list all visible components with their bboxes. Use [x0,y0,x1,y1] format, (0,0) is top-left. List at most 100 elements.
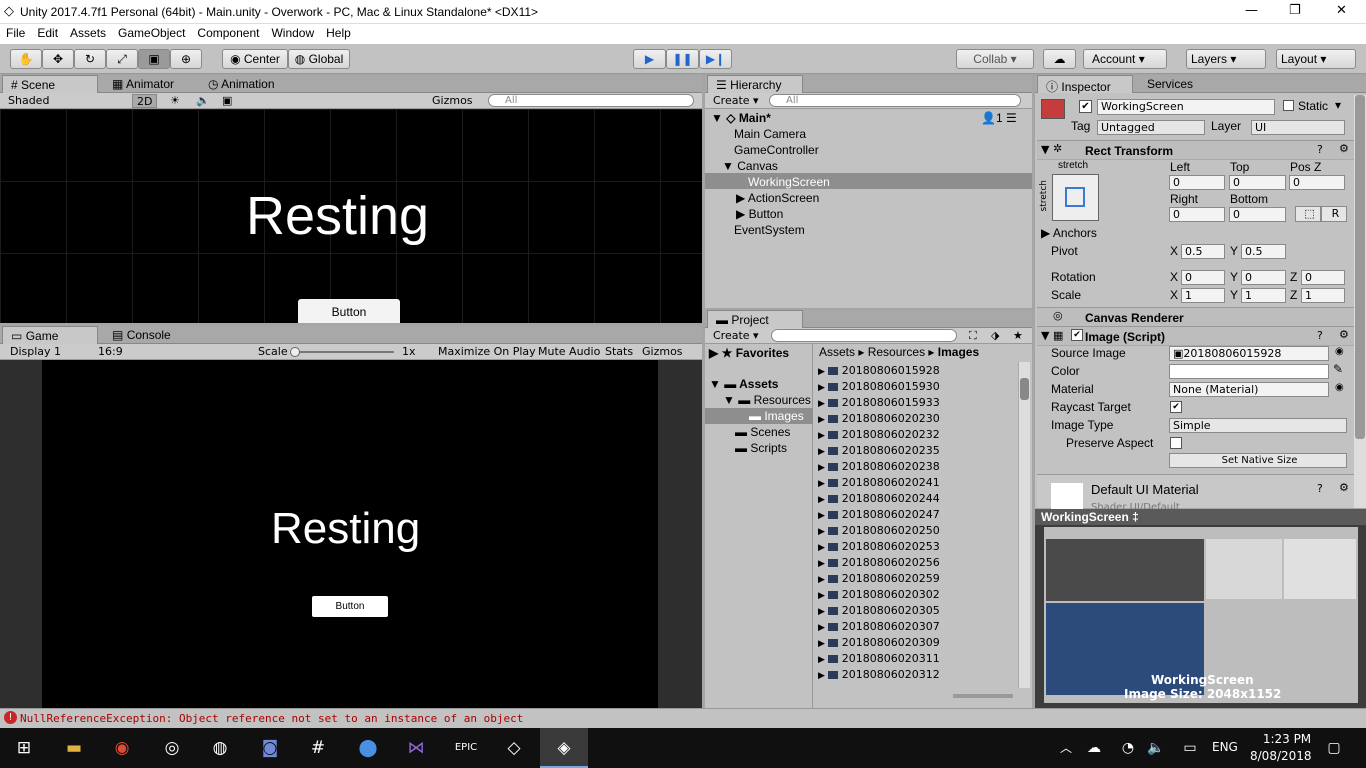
source-image-field[interactable]: ▣20180806015928 [1169,346,1329,361]
2d-toggle[interactable]: 2D [132,94,158,108]
windows-icon[interactable]: ⊞ [12,736,36,760]
asset-item[interactable]: ▶ 20180806020250 [818,523,940,539]
asset-item[interactable]: ▶ 20180806015930 [818,379,940,395]
asset-item[interactable]: ▶ 20180806020247 [818,507,940,523]
hierarchy-create-dropdown[interactable]: Create ▾ [709,94,763,108]
filter-type-icon[interactable]: ⛶ [965,329,981,343]
icon-size-slider[interactable] [953,694,1013,698]
rotate-tool-button[interactable]: ↻ [74,49,106,69]
clock-time[interactable]: 1:23 PM [1257,732,1317,746]
image-type-dropdown[interactable]: Simple [1169,418,1347,433]
rect-transform-header[interactable]: ▼ ✲ Rect Transform ? ⚙ [1037,140,1355,160]
scene-gizmos-dropdown[interactable]: Gizmos [428,94,477,108]
lighting-icon[interactable]: ☀ [166,94,184,108]
play-button[interactable]: ▶ [633,49,666,69]
inspector-scrollbar[interactable] [1354,95,1366,508]
hierarchy-item-gamecontroller[interactable]: GameController [734,143,819,157]
unity-icon[interactable]: ◈ [552,736,576,760]
settings-gear-icon[interactable]: ⚙ [1339,328,1349,341]
maximize-on-play-toggle[interactable]: Maximize On Play [434,345,540,359]
asset-item[interactable]: ▶ 20180806020259 [818,571,940,587]
asset-item[interactable]: ▶ 20180806020253 [818,539,940,555]
asset-item[interactable]: ▶ 20180806020238 [818,459,940,475]
pause-button[interactable]: ❚❚ [666,49,699,69]
pivot-global-button[interactable]: ◍ Global [288,49,350,69]
hierarchy-item-eventsystem[interactable]: EventSystem [734,223,805,237]
effects-icon[interactable]: ▣ [218,94,236,108]
tab-game[interactable]: ▭ Game [2,326,98,344]
asset-item[interactable]: ▶ 20180806020244 [818,491,940,507]
menu-help[interactable]: Help [320,24,357,42]
asset-item[interactable]: ▶ 20180806020256 [818,555,940,571]
app-icon[interactable]: ◎ [160,736,184,760]
menu-file[interactable]: File [0,24,31,42]
step-button[interactable]: ▶❙ [699,49,732,69]
keyboard-icon[interactable]: ▭ [1178,736,1202,760]
asset-item[interactable]: ▶ 20180806020241 [818,475,940,491]
hierarchy-item-workingscreen[interactable]: WorkingScreen [748,175,830,189]
project-scrollbar[interactable] [1018,362,1030,688]
explorer-icon[interactable]: ▬ [62,736,86,760]
onedrive-cloud-icon[interactable]: ☁ [1082,736,1106,760]
project-scrollbar-thumb[interactable] [1020,378,1029,400]
tab-scene[interactable]: # Scene [2,75,98,93]
top-field[interactable]: 0 [1229,175,1286,190]
asset-item[interactable]: ▶ 20180806020309 [818,635,940,651]
tab-animation[interactable]: ◷ Animation [200,75,283,93]
asset-item[interactable]: ▶ 20180806020311 [818,651,940,667]
scene-resting-text[interactable]: Resting [246,185,429,247]
tag-dropdown[interactable]: Untagged [1097,120,1205,135]
scale-y-field[interactable]: 1 [1241,288,1286,303]
settings-gear-icon[interactable]: ⚙ [1339,142,1349,155]
menu-gameobject[interactable]: GameObject [112,24,191,42]
raycast-target-checkbox[interactable]: ✔ [1170,401,1182,413]
menu-assets[interactable]: Assets [64,24,112,42]
discord-icon[interactable]: ◙ [258,736,282,760]
static-dropdown-icon[interactable]: ▾ [1335,98,1341,112]
scale-tool-button[interactable]: ⤢ [106,49,138,69]
material-field[interactable]: None (Material) [1169,382,1329,397]
asset-item[interactable]: ▶ 20180806020302 [818,587,940,603]
wifi-icon[interactable]: ◔ [1116,736,1140,760]
rotation-y-field[interactable]: 0 [1241,270,1286,285]
color-swatch[interactable] [1169,364,1329,379]
shading-dropdown[interactable]: Shaded [4,94,124,108]
menu-component[interactable]: Component [191,24,265,42]
asset-item[interactable]: ▶ 20180806020232 [818,427,940,443]
image-enabled-checkbox[interactable]: ✔ [1071,329,1083,341]
visual-studio-icon[interactable]: ⋈ [404,736,428,760]
raw-edit-button[interactable]: R [1321,206,1347,222]
project-create-dropdown[interactable]: Create ▾ [709,329,763,343]
layer-dropdown[interactable]: UI [1251,120,1345,135]
asset-item[interactable]: ▶ 20180806015933 [818,395,940,411]
asset-item[interactable]: ▶ 20180806020307 [818,619,940,635]
blueprint-button[interactable]: ⬚ [1295,206,1321,222]
tab-console[interactable]: ▤ Console [104,326,179,344]
account-dropdown[interactable]: Account ▾ [1083,49,1167,69]
clock-date[interactable]: 8/08/2018 [1250,749,1312,763]
inspector-scrollbar-thumb[interactable] [1355,95,1365,439]
object-picker-icon[interactable]: ◉ [1335,382,1344,393]
static-checkbox[interactable] [1283,100,1294,111]
tab-animator[interactable]: ▦ Animator [104,75,182,93]
move-tool-button[interactable]: ✥ [42,49,74,69]
hand-tool-button[interactable]: ✋ [10,49,42,69]
tab-project[interactable]: ▬ Project [707,310,803,328]
volume-icon[interactable]: 🔈 [1144,736,1168,760]
hierarchy-item-main-camera[interactable]: Main Camera [734,127,806,141]
audio-icon[interactable]: 🔈 [192,94,214,108]
aspect-dropdown[interactable]: 16:9 [94,345,250,359]
epic-games-icon[interactable]: EPIC [454,736,478,760]
stats-toggle[interactable]: Stats [601,345,637,359]
asset-item[interactable]: ▶ 20180806020235 [818,443,940,459]
hierarchy-search-input[interactable]: All [769,94,1021,107]
canvas-renderer-header[interactable]: ◎ Canvas Renderer [1037,307,1355,327]
object-picker-icon[interactable]: ◉ [1335,346,1344,357]
breadcrumb-resources[interactable]: Resources [868,345,925,359]
game-viewport[interactable]: Resting Button [42,360,658,708]
pivot-x-field[interactable]: 0.5 [1181,244,1225,259]
scenes-folder[interactable]: ▬ Scenes [735,425,790,439]
breadcrumb-images[interactable]: Images [938,345,979,359]
help-icon[interactable]: ? [1317,143,1323,156]
favorites-folder[interactable]: ▶ ★ Favorites [709,346,789,360]
